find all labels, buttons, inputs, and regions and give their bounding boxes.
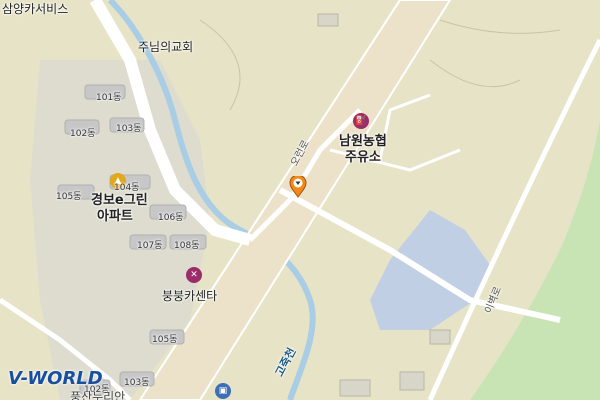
label-boongboong-car-center: 붕붕카센타: [162, 289, 218, 303]
car-center-icon[interactable]: ✕: [186, 267, 202, 283]
label-building-105-south: 105동: [152, 335, 178, 345]
bus-stop-icon[interactable]: ▣: [215, 383, 231, 399]
vworld-logo: V-WORLD: [8, 368, 103, 389]
label-apartment-line2: 아파트: [97, 209, 133, 224]
label-bottom-partial: 풍산누리안: [70, 390, 126, 400]
map-base-layer: [0, 0, 600, 400]
label-church: 주님의교회: [138, 40, 194, 54]
label-namwon-line2: 주유소: [345, 150, 381, 165]
label-building-108: 108동: [174, 241, 200, 251]
label-building-107: 107동: [137, 241, 163, 251]
label-samyang-car-service: 삼양카서비스: [2, 2, 69, 16]
label-building-103-south: 103동: [124, 378, 150, 388]
map-canvas[interactable]: 삼양카서비스 주님의교회 ⛽ 남원농협 주유소 ▲ 경보e그린 아파트 ✕ 붕붕…: [0, 0, 600, 400]
label-building-104: 104동: [114, 183, 140, 193]
location-marker-icon[interactable]: [289, 176, 307, 198]
label-building-101: 101동: [96, 93, 122, 103]
label-building-106: 106동: [158, 213, 184, 223]
label-building-103: 103동: [116, 124, 142, 134]
gas-station-icon[interactable]: ⛽: [353, 113, 369, 129]
label-building-105: 105동: [56, 192, 82, 202]
label-building-102: 102동: [70, 129, 96, 139]
